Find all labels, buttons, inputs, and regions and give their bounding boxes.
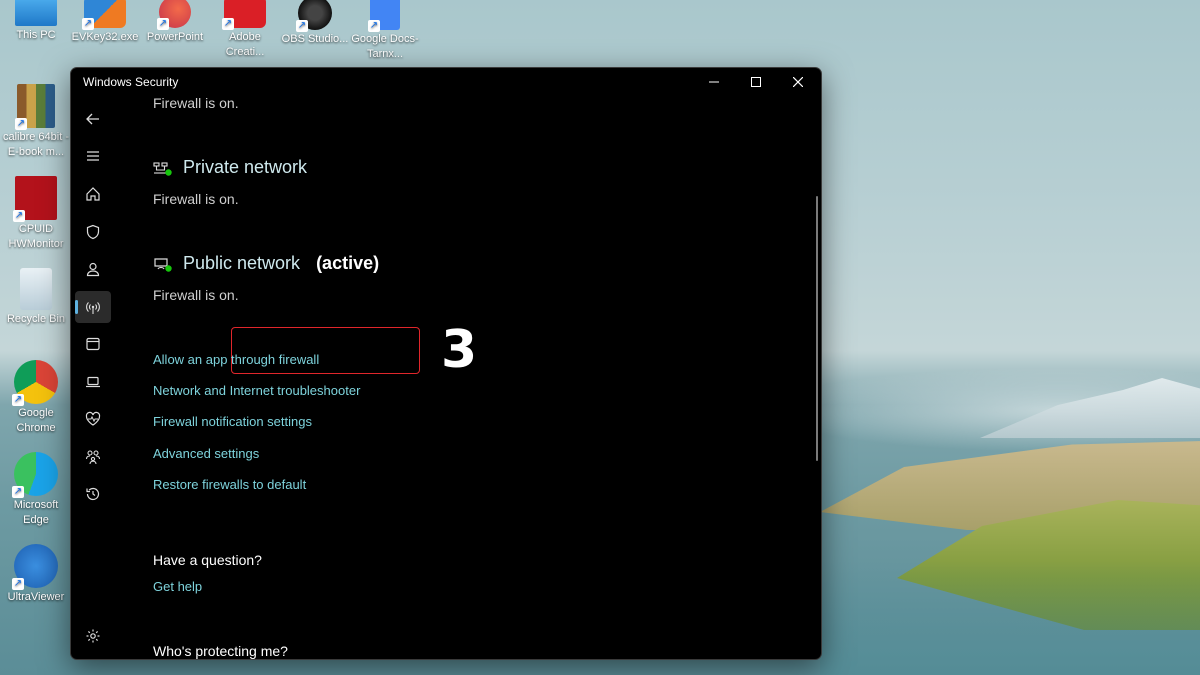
public-network-link[interactable]: Public network (active): [153, 253, 379, 274]
private-network-title: Private network: [183, 157, 308, 177]
desktop-icon-evkey[interactable]: ↗ EVKey32.exe: [69, 0, 141, 45]
desktop-icon-label: calibre 64bit - E-book m...: [2, 131, 70, 158]
ultraviewer-icon: ↗: [12, 544, 58, 590]
home-icon: [86, 187, 100, 201]
get-help-link[interactable]: Get help: [153, 579, 202, 594]
back-arrow-icon: [86, 113, 99, 125]
desktop-icon-ultraviewer[interactable]: ↗ UltraViewer: [0, 544, 72, 605]
sidebar-item-protection-history[interactable]: [75, 478, 111, 510]
sidebar-item-home[interactable]: [75, 178, 111, 210]
account-icon: [86, 262, 100, 277]
hwmonitor-icon: ↗: [13, 176, 57, 222]
desktop-icon-edge[interactable]: ↗ Microsoft Edge: [0, 452, 72, 528]
restore-firewalls-link[interactable]: Restore firewalls to default: [153, 477, 306, 492]
mountain-background: [980, 378, 1200, 438]
back-button[interactable]: [75, 103, 111, 135]
sidebar-item-settings[interactable]: [75, 620, 111, 652]
desktop-icon-label: OBS Studio...: [281, 33, 349, 45]
desktop-icon-recycle-bin[interactable]: Recycle Bin: [0, 268, 72, 327]
sidebar-item-device-security[interactable]: [75, 366, 111, 398]
scrollbar[interactable]: [816, 196, 818, 461]
desktop-icon-hwmonitor[interactable]: ↗ CPUID HWMonitor: [0, 176, 72, 252]
step-number-annotation: 3: [441, 320, 478, 380]
shortcut-arrow-icon: ↗: [15, 118, 27, 130]
shortcut-arrow-icon: ↗: [368, 20, 380, 32]
desktop-icon-label: EVKey32.exe: [71, 31, 139, 43]
firewall-notification-settings-link[interactable]: Firewall notification settings: [153, 414, 312, 429]
sidebar-item-virus-protection[interactable]: [75, 216, 111, 248]
family-icon: [85, 450, 101, 465]
desktop-icon-label: CPUID HWMonitor: [8, 223, 64, 250]
sidebar-item-family-options[interactable]: [75, 441, 111, 473]
desktop-icon-label: Adobe Creati...: [225, 31, 265, 58]
desktop-icon-label: This PC: [16, 29, 56, 41]
desktop-icon-this-pc[interactable]: This PC: [0, 0, 72, 43]
laptop-icon: [86, 376, 100, 388]
private-network-icon: [153, 161, 172, 176]
shortcut-arrow-icon: ↗: [157, 18, 169, 30]
settings-gear-icon: [86, 629, 100, 643]
hamburger-menu-icon: [87, 151, 99, 161]
shortcut-arrow-icon: ↗: [13, 210, 25, 222]
private-network-status: Firewall is on.: [153, 191, 239, 207]
health-heart-icon: [85, 411, 101, 426]
main-content: Firewall is on. Private network Firewall…: [153, 68, 821, 659]
desktop-icon-label: Google Chrome: [16, 407, 56, 434]
calibre-books-icon: ↗: [15, 84, 55, 130]
desktop-icon-label: Google Docs-Tarnx...: [351, 33, 419, 60]
app-browser-control-icon: [86, 337, 100, 351]
sidebar-item-app-browser[interactable]: [75, 328, 111, 360]
menu-button[interactable]: [75, 140, 111, 172]
recycle-bin-icon: [20, 268, 52, 310]
desktop-icon-chrome[interactable]: ↗ Google Chrome: [0, 360, 72, 436]
windows-security-window: Windows Security Firewall is on. Private…: [70, 67, 822, 660]
edge-icon: ↗: [12, 452, 58, 498]
wifi-antenna-icon: [86, 302, 100, 314]
advanced-settings-link[interactable]: Advanced settings: [153, 446, 259, 461]
public-network-icon: [154, 257, 172, 272]
shortcut-arrow-icon: ↗: [82, 18, 94, 30]
shortcut-arrow-icon: ↗: [296, 20, 308, 32]
lake-background: [820, 560, 1200, 675]
powerpoint-icon: ↗: [157, 0, 191, 30]
sidebar-item-account-protection[interactable]: [75, 253, 111, 285]
monitor-icon: [15, 0, 57, 26]
desktop-icon-calibre[interactable]: ↗ calibre 64bit - E-book m...: [0, 84, 72, 160]
desktop-icon-powerpoint[interactable]: ↗ PowerPoint: [139, 0, 211, 45]
shortcut-arrow-icon: ↗: [12, 394, 24, 406]
history-icon: [86, 487, 100, 501]
sidebar-item-device-health[interactable]: [75, 403, 111, 435]
allow-app-through-firewall-link[interactable]: Allow an app through firewall: [153, 352, 319, 367]
evkey-icon: ↗: [82, 0, 126, 30]
public-network-status: Firewall is on.: [153, 287, 239, 303]
public-network-active-tag: (active): [316, 253, 380, 273]
network-troubleshooter-link[interactable]: Network and Internet troubleshooter: [153, 383, 360, 398]
chrome-icon: ↗: [12, 360, 58, 406]
have-a-question-heading: Have a question?: [153, 552, 262, 568]
sidebar-item-firewall[interactable]: [75, 291, 111, 323]
desktop-icon-label: Recycle Bin: [6, 313, 66, 325]
adobe-creative-cloud-icon: ↗: [222, 0, 266, 30]
desktop-icon-label: PowerPoint: [146, 31, 204, 43]
shortcut-arrow-icon: ↗: [12, 578, 24, 590]
domain-network-status: Firewall is on.: [153, 95, 239, 111]
shield-icon: [86, 224, 100, 240]
desktop-icon-obs[interactable]: ↗ OBS Studio...: [279, 0, 351, 47]
public-network-title: Public network: [183, 253, 301, 273]
whos-protecting-me-heading: Who's protecting me?: [153, 643, 288, 659]
desktop-icon-label: UltraViewer: [7, 591, 65, 603]
navigation-sidebar: [71, 96, 115, 659]
shortcut-arrow-icon: ↗: [12, 486, 24, 498]
desktop-icon-google-docs[interactable]: ↗ Google Docs-Tarnx...: [349, 0, 421, 62]
private-network-link[interactable]: Private network: [153, 157, 307, 178]
desktop-icon-label: Microsoft Edge: [13, 499, 59, 526]
shortcut-arrow-icon: ↗: [222, 18, 234, 30]
obs-studio-icon: ↗: [296, 0, 332, 32]
desktop-icon-adobe[interactable]: ↗ Adobe Creati...: [209, 0, 281, 60]
google-docs-icon: ↗: [368, 0, 400, 32]
